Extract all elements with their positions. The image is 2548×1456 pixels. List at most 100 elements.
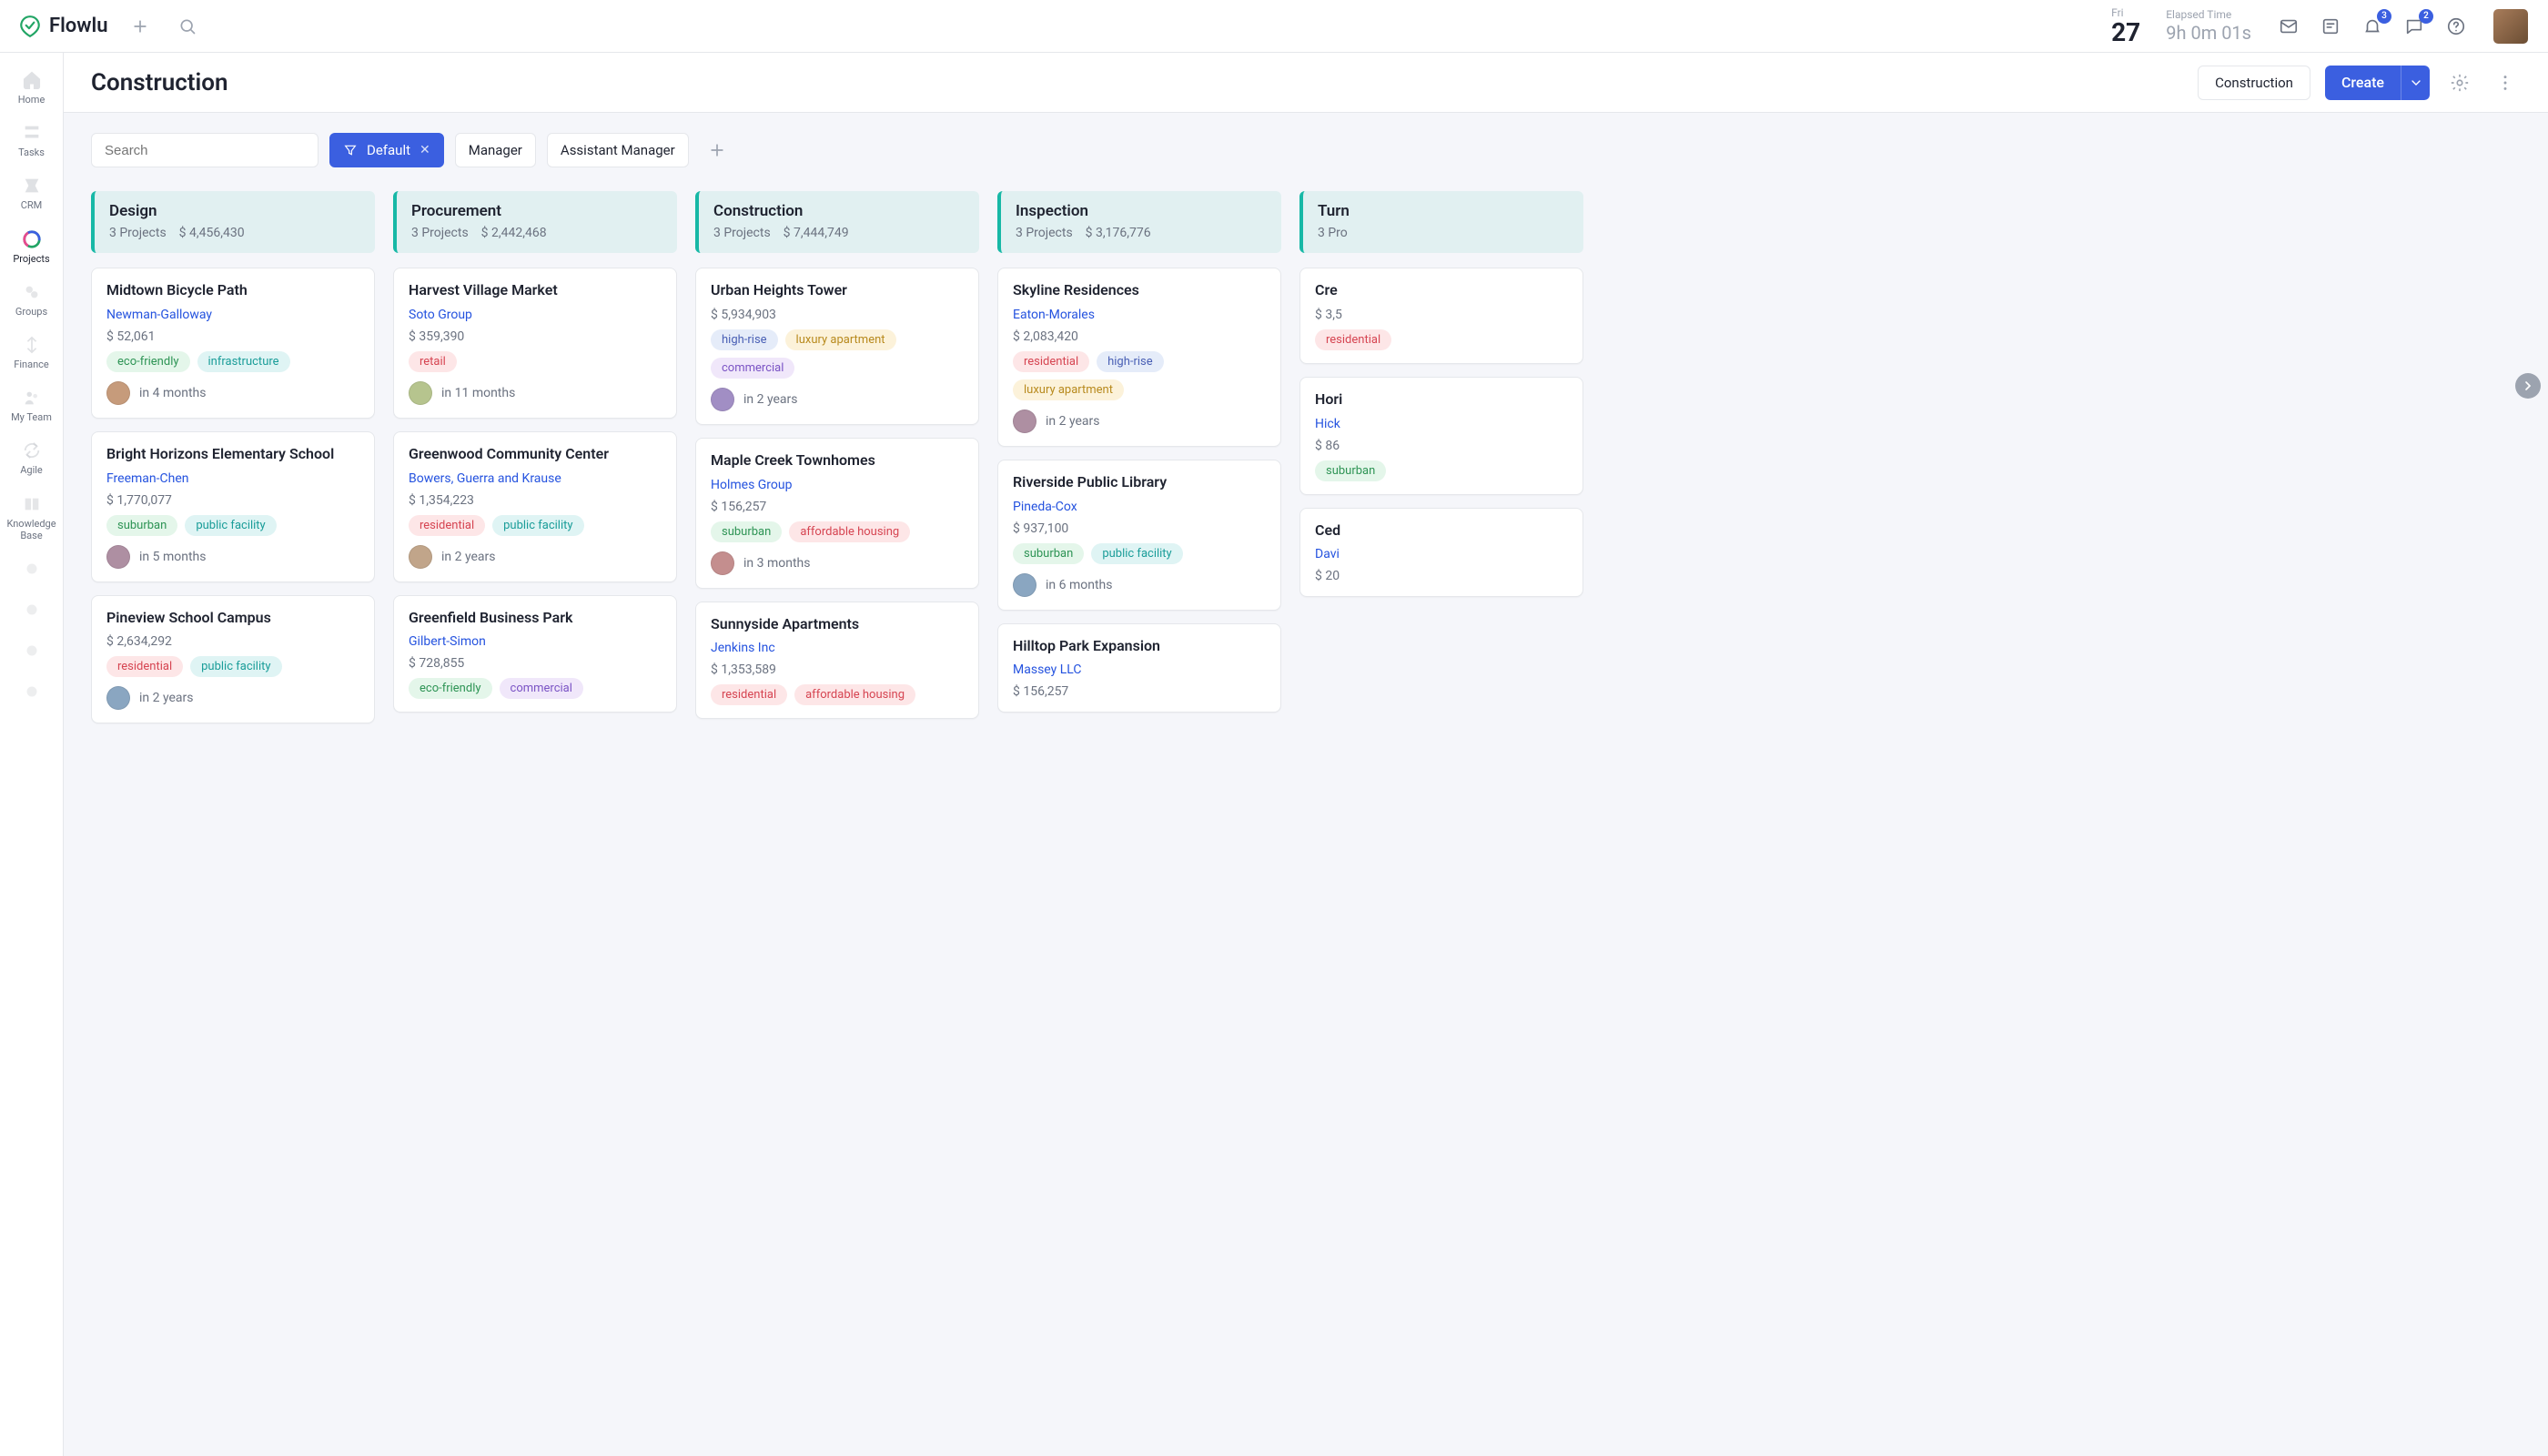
assignee-avatar[interactable] <box>711 551 734 575</box>
assignee-avatar[interactable] <box>1013 573 1036 597</box>
add-filter-button[interactable] <box>700 133 734 167</box>
card-client-link[interactable]: Soto Group <box>409 308 662 322</box>
tag[interactable]: public facility <box>185 515 276 536</box>
tag[interactable]: eco-friendly <box>409 678 492 699</box>
sidebar-item-my-team[interactable]: My Team <box>0 379 64 430</box>
project-card[interactable]: Harvest Village Market Soto Group $ 359,… <box>393 268 677 419</box>
project-card[interactable]: Greenwood Community Center Bowers, Guerr… <box>393 431 677 582</box>
search-input[interactable] <box>103 142 307 159</box>
sidebar-item-unknown[interactable] <box>0 632 64 672</box>
context-dropdown[interactable]: Construction <box>2198 66 2310 100</box>
search-button[interactable] <box>172 11 203 42</box>
column-header[interactable]: Procurement 3 Projects $ 2,442,468 <box>393 191 677 253</box>
chat-button[interactable]: 2 <box>2402 15 2426 38</box>
filter-chip[interactable]: Default✕ <box>329 133 444 167</box>
tag[interactable]: luxury apartment <box>1013 379 1124 400</box>
project-card[interactable]: Midtown Bicycle Path Newman-Galloway $ 5… <box>91 268 375 419</box>
tag[interactable]: luxury apartment <box>785 329 896 350</box>
date-widget[interactable]: Fri 27 <box>2111 7 2140 46</box>
scroll-right-button[interactable] <box>2515 373 2541 399</box>
card-client-link[interactable]: Gilbert-Simon <box>409 634 662 649</box>
sidebar-item-groups[interactable]: Groups <box>0 274 64 325</box>
tag[interactable]: residential <box>106 656 183 677</box>
sidebar-item-unknown[interactable] <box>0 673 64 713</box>
tag[interactable]: public facility <box>1091 543 1182 564</box>
elapsed-time-widget[interactable]: Elapsed Time 9h 0m 01s <box>2166 8 2251 43</box>
sidebar-item-agile[interactable]: Agile <box>0 432 64 483</box>
column-header[interactable]: Construction 3 Projects $ 7,444,749 <box>695 191 979 253</box>
card-client-link[interactable]: Massey LLC <box>1013 662 1266 677</box>
sidebar-item-unknown[interactable] <box>0 592 64 631</box>
project-card[interactable]: Ced Davi $ 20 <box>1299 508 1583 598</box>
assignee-avatar[interactable] <box>106 381 130 405</box>
project-card[interactable]: Urban Heights Tower $ 5,934,903 high-ris… <box>695 268 979 425</box>
card-client-link[interactable]: Newman-Galloway <box>106 308 359 322</box>
tag[interactable]: suburban <box>711 521 782 542</box>
card-client-link[interactable]: Davi <box>1315 547 1568 561</box>
tag[interactable]: residential <box>1315 329 1391 350</box>
filter-chip[interactable]: Assistant Manager <box>547 133 689 167</box>
sidebar-item-tasks[interactable]: Tasks <box>0 115 64 166</box>
project-card[interactable]: Cre $ 3,5 residential <box>1299 268 1583 364</box>
tag[interactable]: affordable housing <box>794 684 915 705</box>
tag[interactable]: public facility <box>190 656 281 677</box>
close-icon[interactable]: ✕ <box>420 143 430 157</box>
sidebar-item-unknown[interactable] <box>0 551 64 590</box>
assignee-avatar[interactable] <box>711 388 734 411</box>
create-button[interactable]: Create <box>2325 66 2430 100</box>
card-client-link[interactable]: Holmes Group <box>711 478 964 492</box>
sidebar-item-crm[interactable]: CRM <box>0 167 64 218</box>
column-header[interactable]: Inspection 3 Projects $ 3,176,776 <box>997 191 1281 253</box>
sidebar-item-kb[interactable]: Knowledge Base <box>0 486 64 549</box>
tag[interactable]: commercial <box>711 358 794 379</box>
project-card[interactable]: Hilltop Park Expansion Massey LLC $ 156,… <box>997 623 1281 713</box>
assignee-avatar[interactable] <box>409 381 432 405</box>
user-avatar[interactable] <box>2493 9 2528 44</box>
assignee-avatar[interactable] <box>409 545 432 569</box>
tag[interactable]: retail <box>409 351 457 372</box>
card-client-link[interactable]: Hick <box>1315 417 1568 431</box>
project-card[interactable]: Pineview School Campus $ 2,634,292 resid… <box>91 595 375 724</box>
assignee-avatar[interactable] <box>106 545 130 569</box>
project-card[interactable]: Hori Hick $ 86 suburban <box>1299 377 1583 495</box>
card-client-link[interactable]: Freeman-Chen <box>106 471 359 486</box>
project-card[interactable]: Riverside Public Library Pineda-Cox $ 93… <box>997 460 1281 611</box>
new-button[interactable] <box>125 11 156 42</box>
notes-button[interactable] <box>2319 15 2342 38</box>
card-client-link[interactable]: Jenkins Inc <box>711 641 964 655</box>
card-client-link[interactable]: Bowers, Guerra and Krause <box>409 471 662 486</box>
search-input-wrap[interactable] <box>91 133 318 167</box>
assignee-avatar[interactable] <box>106 686 130 710</box>
tag[interactable]: suburban <box>106 515 177 536</box>
tag[interactable]: residential <box>409 515 485 536</box>
tag[interactable]: suburban <box>1013 543 1084 564</box>
column-header[interactable]: Design 3 Projects $ 4,456,430 <box>91 191 375 253</box>
tag[interactable]: eco-friendly <box>106 351 190 372</box>
tag[interactable]: high-rise <box>711 329 778 350</box>
notifications-button[interactable]: 3 <box>2361 15 2384 38</box>
assignee-avatar[interactable] <box>1013 410 1036 433</box>
sidebar-item-home[interactable]: Home <box>0 62 64 113</box>
filter-chip[interactable]: Manager <box>455 133 536 167</box>
tag[interactable]: affordable housing <box>789 521 910 542</box>
card-client-link[interactable]: Pineda-Cox <box>1013 500 1266 514</box>
mail-button[interactable] <box>2277 15 2300 38</box>
settings-button[interactable] <box>2444 67 2475 98</box>
tag[interactable]: public facility <box>492 515 583 536</box>
project-card[interactable]: Bright Horizons Elementary School Freema… <box>91 431 375 582</box>
project-card[interactable]: Maple Creek Townhomes Holmes Group $ 156… <box>695 438 979 589</box>
sidebar-item-projects[interactable]: Projects <box>0 221 64 272</box>
more-button[interactable] <box>2490 67 2521 98</box>
create-dropdown[interactable] <box>2401 66 2430 100</box>
tag[interactable]: infrastructure <box>197 351 290 372</box>
card-client-link[interactable]: Eaton-Morales <box>1013 308 1266 322</box>
sidebar-item-finance[interactable]: Finance <box>0 327 64 378</box>
tag[interactable]: residential <box>711 684 787 705</box>
project-card[interactable]: Sunnyside Apartments Jenkins Inc $ 1,353… <box>695 602 979 720</box>
project-card[interactable]: Greenfield Business Park Gilbert-Simon $… <box>393 595 677 713</box>
column-header[interactable]: Turn 3 Pro <box>1299 191 1583 253</box>
tag[interactable]: residential <box>1013 351 1089 372</box>
project-card[interactable]: Skyline Residences Eaton-Morales $ 2,083… <box>997 268 1281 447</box>
brand[interactable]: Flowlu <box>18 15 108 38</box>
tag[interactable]: high-rise <box>1097 351 1164 372</box>
